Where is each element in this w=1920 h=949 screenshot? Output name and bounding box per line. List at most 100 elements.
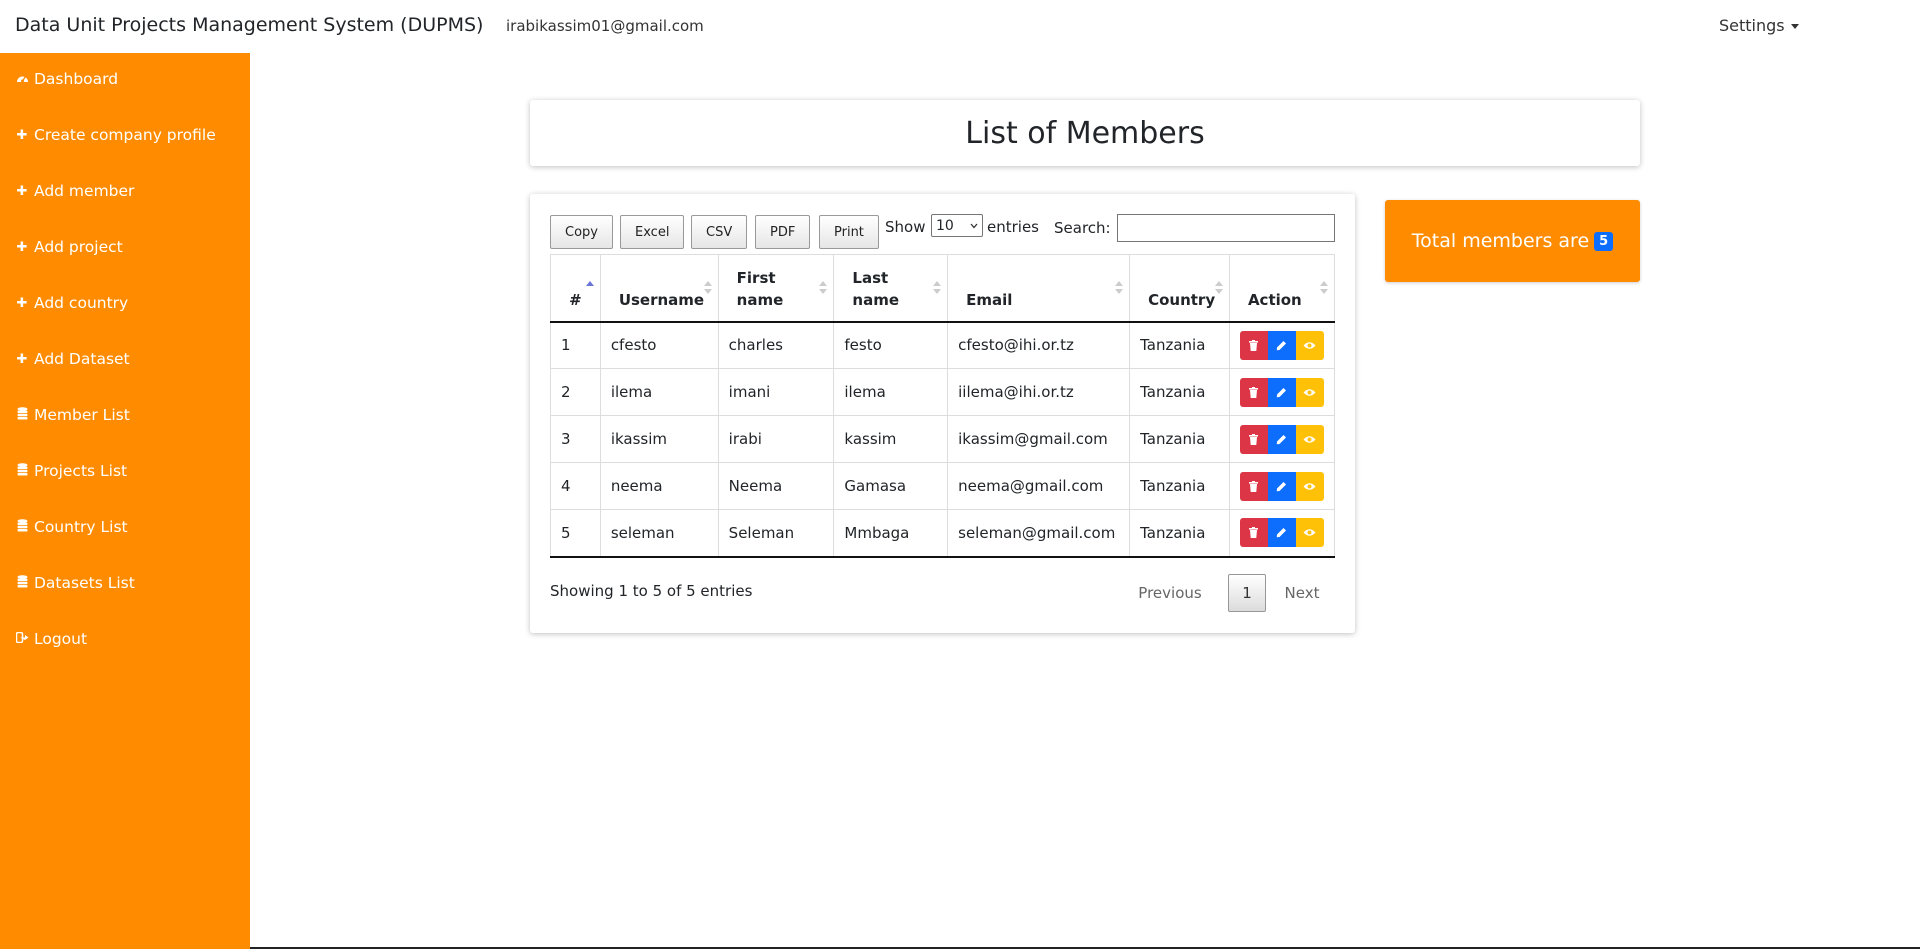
caret-down-icon [1790,24,1799,29]
trash-icon [1249,433,1259,445]
pencil-icon [1276,340,1287,351]
delete-button[interactable] [1239,377,1268,407]
cell-username: ikassim [599,415,719,463]
sidebar-item-create-company-profile[interactable]: ✚ Create company profile [15,123,216,147]
cell-email: cfesto@ihi.or.tz [947,321,1131,369]
cell-last-name: Gamasa [833,462,949,510]
col-header-country[interactable]: Country [1129,254,1230,323]
cell-username: cfesto [599,321,719,369]
delete-button[interactable] [1239,330,1268,360]
view-button[interactable] [1295,377,1324,407]
sort-icon [1214,281,1223,295]
cell-last-name: ilema [833,368,949,416]
excel-button[interactable]: Excel [620,215,685,249]
total-members-label: Total members are [1411,230,1590,252]
eye-icon [1303,528,1316,537]
sidebar-item-datasets-list[interactable]: Datasets List [15,571,135,595]
cell-first-name: Seleman [717,509,835,558]
action-button-group [1239,377,1324,407]
pdf-button[interactable]: PDF [755,215,811,249]
page-1-button[interactable]: 1 [1228,574,1266,612]
total-members-card: Total members are 5 [1385,200,1640,282]
eye-icon [1303,388,1316,397]
col-header-first-name[interactable]: First name [717,254,835,323]
cell-num: 2 [550,368,601,416]
trash-icon [1249,386,1259,398]
col-header-last-name[interactable]: Last name [833,254,949,323]
plus-icon: ✚ [16,351,28,367]
sidebar-item-add-member[interactable]: ✚ Add member [15,179,135,203]
print-button[interactable]: Print [819,215,879,249]
top-navbar: Data Unit Projects Management System (DU… [0,0,1920,53]
sidebar-item-label: Datasets List [34,574,135,592]
table-row: 5 seleman Seleman Mmbaga seleman@gmail.com Ta… [550,509,1336,558]
cell-num: 1 [550,321,601,369]
sidebar-item-logout[interactable]: Logout [15,627,87,651]
cell-first-name: charles [717,321,835,369]
search-input[interactable] [1117,214,1335,242]
sidebar-item-add-country[interactable]: ✚ Add country [15,291,129,315]
col-header-num[interactable]: # [550,254,601,323]
cell-num: 4 [550,462,601,510]
entries-select[interactable]: 10 [931,214,983,237]
view-button[interactable] [1295,471,1324,501]
cell-last-name: kassim [833,415,949,463]
eye-icon [1303,435,1316,444]
dashboard-icon [15,72,29,87]
sidebar-item-member-list[interactable]: Member List [15,403,130,427]
sidebar-item-label: Add Dataset [34,350,130,368]
delete-button[interactable] [1239,518,1268,548]
entries-select-value: 10 [936,217,954,234]
delete-button[interactable] [1239,424,1268,454]
delete-button[interactable] [1239,471,1268,501]
sidebar-item-label: Dashboard [34,70,119,88]
chevron-down-icon [970,223,978,228]
cell-country: Tanzania [1129,509,1230,558]
action-button-group [1239,471,1324,501]
view-button[interactable] [1295,518,1324,548]
cell-email: iilema@ihi.or.tz [947,368,1131,416]
sidebar-item-label: Create company profile [34,126,216,144]
view-button[interactable] [1295,424,1324,454]
trash-icon [1249,527,1259,539]
view-button[interactable] [1295,330,1324,360]
cell-country: Tanzania [1129,462,1230,510]
action-button-group [1239,518,1324,548]
sidebar-item-dashboard[interactable]: Dashboard [15,67,118,91]
edit-button[interactable] [1267,518,1296,548]
col-header-username[interactable]: Username [599,254,719,323]
csv-button[interactable]: CSV [691,215,748,249]
edit-button[interactable] [1267,424,1296,454]
app-title[interactable]: Data Unit Projects Management System (DU… [15,14,483,36]
user-email: irabikassim01@gmail.com [506,17,704,35]
sort-icon [933,281,942,295]
next-page-button[interactable]: Next [1272,574,1332,612]
sidebar-item-projects-list[interactable]: Projects List [15,459,127,483]
settings-dropdown[interactable]: Settings [1719,16,1799,35]
entries-label: entries [987,218,1039,236]
edit-button[interactable] [1267,330,1296,360]
table-row: 2 ilema imani ilema iilema@ihi.or.tz Tanzania [550,368,1336,416]
copy-button[interactable]: Copy [550,215,613,249]
table-row: 1 cfesto charles festo cfesto@ihi.or.tz Tanza… [550,321,1336,369]
previous-page-button[interactable]: Previous [1130,574,1210,612]
sidebar-item-add-project[interactable]: ✚ Add project [15,235,123,259]
pencil-icon [1276,434,1287,445]
sidebar-item-add-dataset[interactable]: ✚ Add Dataset [15,347,130,371]
cell-username: seleman [599,509,719,558]
cell-email: seleman@gmail.com [947,509,1131,558]
sort-icon [819,281,828,295]
edit-button[interactable] [1267,377,1296,407]
col-header-action[interactable]: Action [1228,254,1336,323]
eye-icon [1303,341,1316,350]
database-icon [15,406,29,424]
sidebar-item-label: Add project [34,238,123,256]
cell-username: ilema [599,368,719,416]
logout-icon [15,631,29,647]
table-row: 4 neema Neema Gamasa neema@gmail.com Tanzania [550,462,1336,510]
edit-button[interactable] [1267,471,1296,501]
table-info: Showing 1 to 5 of 5 entries [550,582,753,600]
col-header-email[interactable]: Email [947,254,1131,323]
cell-actions [1228,462,1336,510]
sidebar-item-country-list[interactable]: Country List [15,515,128,539]
